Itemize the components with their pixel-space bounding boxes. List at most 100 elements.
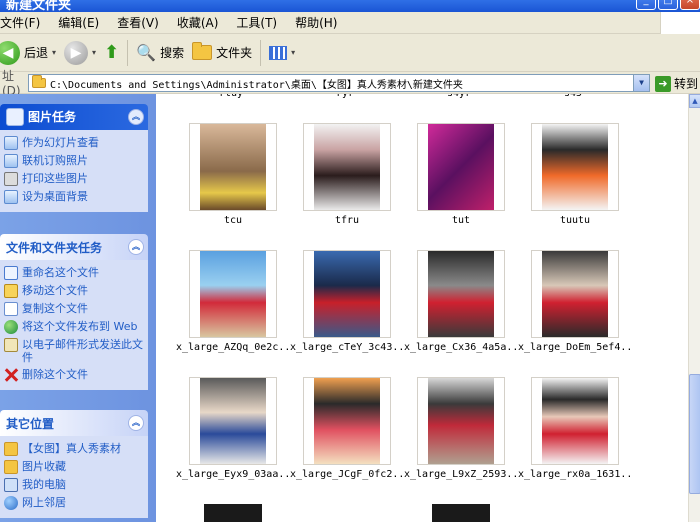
file-thumbnail[interactable] — [189, 123, 277, 211]
place-network[interactable]: 网上邻居 — [4, 494, 144, 512]
search-button[interactable]: 🔍 搜索 — [132, 43, 188, 62]
collapse-icon[interactable]: ︽ — [128, 109, 144, 125]
task-copy[interactable]: 复制这个文件 — [4, 300, 144, 318]
file-thumbnail[interactable] — [531, 377, 619, 465]
views-dropdown-icon[interactable]: ▾ — [291, 48, 295, 57]
place-label: 我的电脑 — [22, 478, 66, 491]
task-publish-web[interactable]: 将这个文件发布到 Web — [4, 318, 144, 336]
close-button[interactable]: × — [680, 0, 700, 10]
file-thumbnail[interactable] — [189, 250, 277, 338]
photo-thumbnail — [314, 251, 380, 337]
file-item[interactable]: x_large_AZQq_0e2c... — [176, 250, 290, 353]
file-caption[interactable]: s45 — [518, 94, 628, 99]
vertical-scrollbar[interactable]: ▲ — [688, 94, 700, 522]
file-item[interactable]: x_large_DoEm_5ef4... — [518, 250, 632, 353]
task-order-prints[interactable]: 联机订购照片 — [4, 152, 144, 170]
scroll-up-icon[interactable]: ▲ — [689, 94, 700, 108]
other-places-header[interactable]: 其它位置 ︽ — [0, 410, 148, 436]
file-thumbnail[interactable] — [531, 123, 619, 211]
back-label: 后退 — [24, 46, 49, 60]
file-thumbnail[interactable] — [417, 377, 505, 465]
task-label: 联机订购照片 — [22, 154, 88, 167]
file-thumbnail[interactable] — [417, 250, 505, 338]
back-button[interactable]: ◀ 后退 ▾ — [0, 40, 60, 65]
task-delete[interactable]: 删除这个文件 — [4, 366, 144, 384]
place-parent-folder[interactable]: 【女图】真人秀素材 — [4, 440, 144, 458]
task-label: 设为桌面背景 — [22, 190, 88, 203]
file-item[interactable]: x_large_Cx36_4a5a... — [404, 250, 518, 353]
task-label: 删除这个文件 — [22, 368, 88, 381]
task-slideshow[interactable]: 作为幻灯片查看 — [4, 134, 144, 152]
address-input[interactable]: C:\Documents and Settings\Administrator\… — [28, 74, 650, 92]
place-my-pictures[interactable]: 图片收藏 — [4, 458, 144, 476]
menu-tools[interactable]: 工具(T) — [227, 14, 286, 31]
file-thumbnail[interactable] — [531, 250, 619, 338]
other-places-panel: 其它位置 ︽ 【女图】真人秀素材 图片收藏 我的电脑 网上邻居 — [0, 410, 148, 518]
go-button[interactable]: ➜ 转到 — [655, 75, 698, 92]
file-caption[interactable]: ryr — [290, 94, 400, 99]
views-button[interactable]: ▾ — [265, 45, 299, 60]
folder-icon — [192, 42, 213, 60]
file-thumbnail[interactable] — [417, 123, 505, 211]
toolbar-separator — [127, 39, 129, 66]
title-bar: 新建文件夹 _ □ × — [0, 0, 700, 12]
web-publish-icon — [4, 320, 18, 334]
minimize-button[interactable]: _ — [636, 0, 656, 10]
photo-thumbnail — [314, 378, 380, 464]
menu-view[interactable]: 查看(V) — [108, 14, 168, 31]
other-places-title: 其它位置 — [6, 416, 55, 431]
window-controls: _ □ × — [636, 0, 700, 10]
file-caption[interactable]: rtuy — [176, 94, 286, 99]
file-item[interactable]: tuutu — [518, 123, 632, 226]
file-item[interactable]: x_large_Eyx9_03aa... — [176, 377, 290, 480]
file-item[interactable]: tcu — [176, 123, 290, 226]
file-caption: x_large_Cx36_4a5a... — [404, 342, 518, 353]
file-thumbnail[interactable] — [432, 504, 490, 522]
file-caption[interactable]: s4yr — [404, 94, 514, 99]
file-item[interactable]: x_large_L9xZ_2593... — [404, 377, 518, 480]
other-places-body: 【女图】真人秀素材 图片收藏 我的电脑 网上邻居 — [0, 436, 148, 518]
file-thumbnail[interactable] — [189, 377, 277, 465]
toolbar: ◀ 后退 ▾ ▶ ▾ ⬆ 🔍 搜索 文件夹 ▾ — [0, 34, 700, 72]
file-view: rtuy ryr s4yr s45 tcu tfru tut tuutu x_l… — [156, 94, 688, 522]
file-thumbnail[interactable] — [204, 504, 262, 522]
file-caption: tfru — [334, 215, 360, 226]
back-dropdown-icon[interactable]: ▾ — [52, 48, 56, 57]
file-tasks-header[interactable]: 文件和文件夹任务 ︽ — [0, 234, 148, 260]
menu-favorites[interactable]: 收藏(A) — [168, 14, 228, 31]
photo-thumbnail — [200, 251, 266, 337]
file-caption: x_large_cTeY_3c43... — [290, 342, 404, 353]
forward-dropdown-icon[interactable]: ▾ — [92, 48, 96, 57]
menu-help[interactable]: 帮助(H) — [286, 14, 346, 31]
file-tasks-panel: 文件和文件夹任务 ︽ 重命名这个文件 移动这个文件 复制这个文件 将这个文件发布… — [0, 234, 148, 390]
address-bar: 址(D) C:\Documents and Settings\Administr… — [0, 69, 700, 98]
picture-tasks-header[interactable]: 图片任务 ︽ — [0, 104, 148, 130]
maximize-button[interactable]: □ — [658, 0, 678, 10]
task-move[interactable]: 移动这个文件 — [4, 282, 144, 300]
task-set-background[interactable]: 设为桌面背景 — [4, 188, 144, 206]
collapse-icon[interactable]: ︽ — [128, 415, 144, 431]
task-email[interactable]: 以电子邮件形式发送此文件 — [4, 336, 144, 366]
up-button[interactable]: ⬆ — [100, 42, 123, 63]
menu-edit[interactable]: 编辑(E) — [49, 14, 108, 31]
file-thumbnail[interactable] — [303, 123, 391, 211]
folders-button[interactable]: 文件夹 — [188, 42, 256, 61]
up-folder-icon: ⬆ — [104, 42, 120, 63]
file-item[interactable]: x_large_JCgF_0fc2... — [290, 377, 404, 480]
address-dropdown-icon[interactable]: ▼ — [633, 75, 649, 91]
file-thumbnail[interactable] — [303, 377, 391, 465]
file-item[interactable]: tut — [404, 123, 518, 226]
place-my-computer[interactable]: 我的电脑 — [4, 476, 144, 494]
forward-button[interactable]: ▶ ▾ — [60, 40, 100, 65]
file-thumbnail[interactable] — [303, 250, 391, 338]
task-rename[interactable]: 重命名这个文件 — [4, 264, 144, 282]
task-print-pictures[interactable]: 打印这些图片 — [4, 170, 144, 188]
task-label: 将这个文件发布到 Web — [22, 320, 138, 333]
scroll-thumb[interactable] — [689, 374, 700, 494]
collapse-icon[interactable]: ︽ — [128, 239, 144, 255]
menu-file[interactable]: 文件(F) — [0, 14, 49, 31]
file-item[interactable]: x_large_cTeY_3c43... — [290, 250, 404, 353]
file-item[interactable]: tfru — [290, 123, 404, 226]
address-path: C:\Documents and Settings\Administrator\… — [50, 79, 463, 91]
file-item[interactable]: x_large_rx0a_1631... — [518, 377, 632, 480]
